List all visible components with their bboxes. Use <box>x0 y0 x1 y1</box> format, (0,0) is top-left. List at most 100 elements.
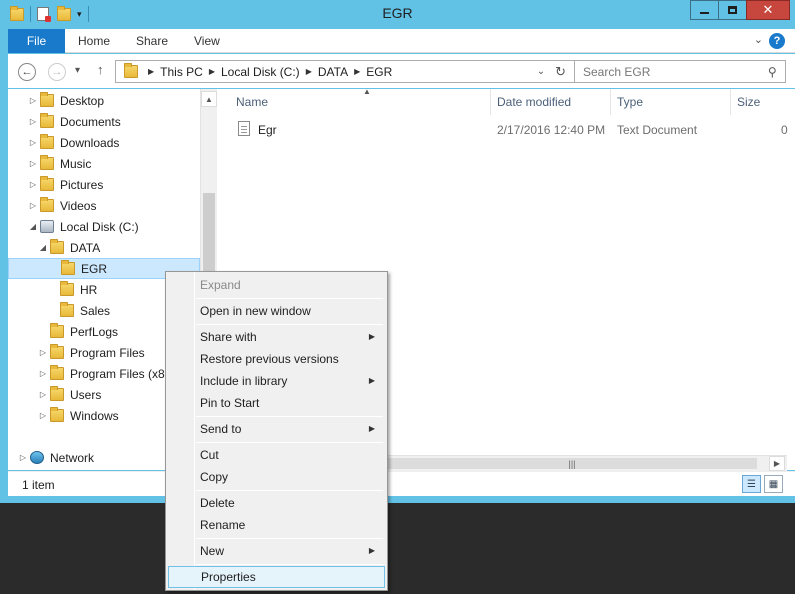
folder-icon <box>50 365 64 380</box>
menu-separator <box>196 298 383 299</box>
file-tab[interactable]: File <box>8 29 65 53</box>
recent-locations-icon[interactable]: ▾ <box>75 65 80 76</box>
refresh-icon[interactable]: ↻ <box>555 64 566 80</box>
search-placeholder: Search EGR <box>583 64 651 79</box>
scroll-right-icon[interactable]: ▶ <box>769 456 785 471</box>
title-bar[interactable]: ▾ EGR ✕ <box>0 0 795 28</box>
collapse-arrow-icon[interactable]: ◢ <box>38 243 48 252</box>
search-input[interactable]: Search EGR ⚲ <box>574 60 786 83</box>
menu-item-label: Restore previous versions <box>200 352 339 366</box>
column-header-date-modified[interactable]: Date modified <box>491 89 611 115</box>
address-history-icon[interactable]: ⌄ <box>537 66 545 77</box>
menu-item-cut[interactable]: Cut <box>168 444 385 466</box>
menu-item-pin-to-start[interactable]: Pin to Start <box>168 392 385 414</box>
help-icon[interactable]: ? <box>769 33 785 49</box>
tree-item-pictures[interactable]: ▷ Pictures <box>8 174 200 195</box>
large-icons-view-icon[interactable]: ▦ <box>764 475 783 493</box>
details-view-icon[interactable]: ☰ <box>742 475 761 493</box>
tree-item-documents[interactable]: ▷ Documents <box>8 111 200 132</box>
menu-item-restore-previous-versions[interactable]: Restore previous versions <box>168 348 385 370</box>
menu-item-send-to[interactable]: Send to ▶ <box>168 418 385 440</box>
back-button[interactable]: ← <box>18 63 36 81</box>
menu-item-share-with[interactable]: Share with ▶ <box>168 326 385 348</box>
forward-arrow-icon: → <box>51 66 63 78</box>
expand-arrow-icon[interactable]: ▷ <box>38 369 48 378</box>
back-arrow-icon: ← <box>21 66 33 78</box>
expand-arrow-icon[interactable]: ▷ <box>28 159 38 168</box>
folder-icon <box>40 176 54 191</box>
expand-arrow-icon[interactable]: ▷ <box>38 390 48 399</box>
scroll-up-icon[interactable]: ▲ <box>201 91 217 107</box>
up-arrow-icon[interactable]: ↑ <box>97 62 104 77</box>
menu-separator <box>196 442 383 443</box>
file-size: 0 <box>781 123 788 137</box>
tree-item-label: DATA <box>70 240 101 255</box>
menu-item-include-in-library[interactable]: Include in library ▶ <box>168 370 385 392</box>
breadcrumb-egr[interactable]: EGR <box>366 65 392 79</box>
minimize-icon <box>700 12 709 14</box>
chevron-right-icon[interactable]: ▶ <box>306 67 312 76</box>
menu-item-properties[interactable]: Properties <box>168 566 385 588</box>
menu-item-open-in-new-window[interactable]: Open in new window <box>168 300 385 322</box>
menu-separator <box>196 490 383 491</box>
collapse-arrow-icon[interactable]: ◢ <box>28 222 38 231</box>
expand-arrow-icon[interactable]: ▷ <box>28 201 38 210</box>
breadcrumb-data[interactable]: DATA <box>318 65 348 79</box>
scrollbar-thumb[interactable]: ||| <box>387 458 757 469</box>
maximize-button[interactable] <box>718 0 747 20</box>
folder-icon <box>40 155 54 170</box>
menu-item-rename[interactable]: Rename <box>168 514 385 536</box>
column-header-type[interactable]: Type <box>611 89 731 115</box>
expand-arrow-icon[interactable]: ▷ <box>38 411 48 420</box>
breadcrumb-local-disk[interactable]: Local Disk (C:) <box>221 65 300 79</box>
tab-home[interactable]: Home <box>78 29 110 53</box>
chevron-right-icon[interactable]: ▶ <box>354 67 360 76</box>
menu-item-new[interactable]: New ▶ <box>168 540 385 562</box>
expand-ribbon-icon[interactable]: ⌄ <box>754 33 763 46</box>
expand-arrow-icon[interactable]: ▷ <box>18 453 28 462</box>
menu-item-copy[interactable]: Copy <box>168 466 385 488</box>
folder-icon <box>40 92 54 107</box>
tab-view[interactable]: View <box>194 29 220 53</box>
folder-icon <box>50 344 64 359</box>
close-button[interactable]: ✕ <box>746 0 790 20</box>
chevron-right-icon[interactable]: ▶ <box>209 67 215 76</box>
file-type: Text Document <box>617 123 698 137</box>
file-list-horizontal-scrollbar[interactable]: ||| ▶ <box>387 455 787 471</box>
search-icon[interactable]: ⚲ <box>768 65 777 79</box>
tree-item-desktop[interactable]: ▷ Desktop <box>8 90 200 111</box>
tree-item-downloads[interactable]: ▷ Downloads <box>8 132 200 153</box>
column-label: Name <box>236 95 269 109</box>
minimize-button[interactable] <box>690 0 719 20</box>
close-icon: ✕ <box>762 2 774 17</box>
breadcrumb-this-pc[interactable]: This PC <box>160 65 203 79</box>
menu-item-label: Open in new window <box>200 304 311 318</box>
drive-icon <box>40 220 54 233</box>
file-date: 2/17/2016 12:40 PM <box>497 123 606 137</box>
tree-item-label: Music <box>60 156 92 171</box>
tree-item-data[interactable]: ◢ DATA <box>8 237 200 258</box>
expand-arrow-icon[interactable]: ▷ <box>38 348 48 357</box>
status-bar: 1 item ☰ ▦ <box>8 471 795 496</box>
tree-item-music[interactable]: ▷ Music <box>8 153 200 174</box>
menu-item-delete[interactable]: Delete <box>168 492 385 514</box>
expand-arrow-icon[interactable]: ▷ <box>28 117 38 126</box>
expand-arrow-icon[interactable]: ▷ <box>28 96 38 105</box>
menu-item-label: Share with <box>200 330 257 344</box>
column-header-size[interactable]: Size <box>731 89 795 115</box>
expand-arrow-icon[interactable]: ▷ <box>28 180 38 189</box>
tree-item-label: Program Files <box>70 345 145 360</box>
tab-share[interactable]: Share <box>136 29 168 53</box>
forward-button[interactable]: → <box>48 63 66 81</box>
file-row[interactable]: Egr 2/17/2016 12:40 PM Text Document 0 <box>218 120 795 142</box>
folder-icon <box>124 63 138 78</box>
tree-item-videos[interactable]: ▷ Videos <box>8 195 200 216</box>
text-document-icon <box>238 121 250 136</box>
address-bar[interactable]: ▶ This PC ▶ Local Disk (C:) ▶ DATA ▶ EGR… <box>115 60 575 83</box>
column-label: Type <box>617 95 644 109</box>
tree-item-local-disk-c[interactable]: ◢ Local Disk (C:) <box>8 216 200 237</box>
expand-arrow-icon[interactable]: ▷ <box>28 138 38 147</box>
menu-item-label: Copy <box>200 470 229 484</box>
column-header-name[interactable]: Name ▲ <box>218 87 491 115</box>
submenu-arrow-icon: ▶ <box>368 424 375 433</box>
